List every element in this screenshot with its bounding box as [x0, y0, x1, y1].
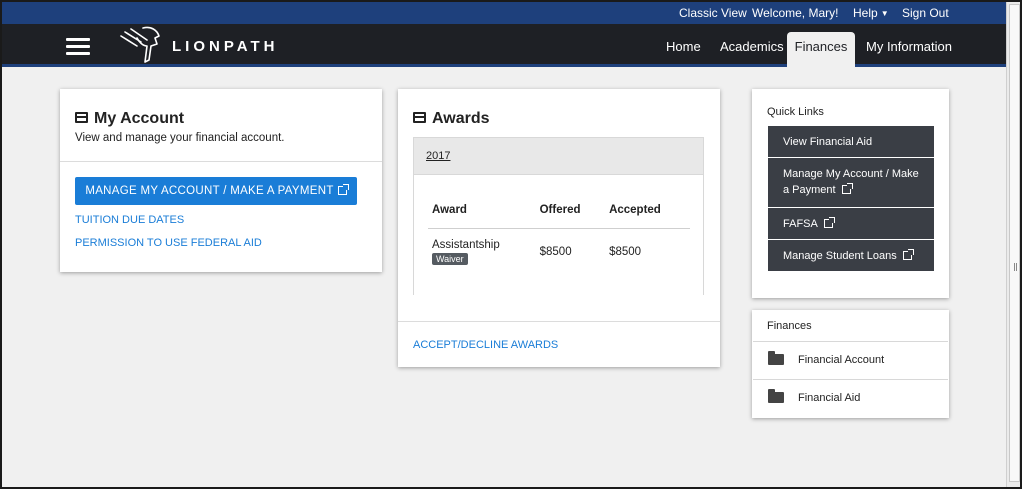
awards-heading: Awards [413, 110, 490, 128]
sign-out-link[interactable]: Sign Out [902, 6, 949, 20]
help-label: Help [853, 6, 878, 20]
my-account-card: My Account View and manage your financia… [60, 89, 382, 272]
lionpath-logo-text[interactable]: LIONPATH [172, 38, 278, 55]
award-year-link[interactable]: 2017 [426, 150, 450, 162]
quick-link-label: View Financial Aid [783, 136, 873, 148]
my-account-subtitle: View and manage your financial account. [75, 132, 285, 144]
folder-icon [768, 351, 784, 365]
external-link-icon [337, 184, 349, 195]
card-icon [413, 112, 426, 123]
nav-finances-active[interactable]: Finances [787, 32, 855, 69]
quick-link-label: FAFSA [783, 218, 818, 230]
award-name: Assistantship [432, 239, 500, 251]
awards-table: Award Offered Accepted Assistantship Wai… [428, 198, 690, 275]
welcome-text: Welcome, Mary! [752, 6, 839, 20]
hamburger-menu-icon[interactable] [66, 38, 90, 55]
offered-cell: $8500 [539, 246, 572, 258]
folder-icon [768, 389, 784, 403]
divider [60, 161, 382, 162]
card-icon [75, 112, 88, 123]
nav-home[interactable]: Home [666, 39, 701, 54]
my-account-title: My Account [94, 110, 185, 127]
accepted-cell: $8500 [609, 246, 642, 258]
awards-card: Awards 2017 Award Offered Accepted Assis… [398, 89, 720, 367]
quick-link-label: Manage My Account / Make a Payment [783, 168, 919, 196]
quick-link-view-financial-aid[interactable]: View Financial Aid [768, 126, 934, 157]
vertical-scrollbar[interactable] [1006, 2, 1020, 487]
quick-link-fafsa[interactable]: FAFSA [768, 208, 934, 239]
help-menu[interactable]: Help ▼ [853, 6, 889, 20]
manage-account-button[interactable]: MANAGE MY ACCOUNT / MAKE A PAYMENT [75, 177, 357, 205]
award-badge: Waiver [432, 253, 468, 265]
finances-item-label: Financial Aid [798, 392, 861, 404]
nav-my-information[interactable]: My Information [866, 39, 952, 54]
quick-links-title: Quick Links [767, 106, 824, 118]
finances-title: Finances [767, 320, 812, 332]
external-link-icon [902, 249, 914, 260]
quick-link-student-loans[interactable]: Manage Student Loans [768, 240, 934, 271]
main-navbar: LIONPATH Home Academics Finances My Info… [2, 24, 1006, 69]
column-accepted: Accepted [605, 198, 690, 229]
lion-logo-icon[interactable] [117, 26, 167, 64]
award-cell: Assistantship Waiver [428, 229, 536, 276]
federal-aid-permission-link[interactable]: PERMISSION TO USE FEDERAL AID [75, 237, 262, 249]
external-link-icon [823, 217, 835, 228]
finances-item-financial-aid[interactable]: Financial Aid [753, 379, 948, 417]
table-row: Assistantship Waiver $8500 $8500 [428, 229, 690, 276]
divider [398, 321, 720, 322]
classic-view-link[interactable]: Classic View [679, 6, 747, 20]
my-account-heading: My Account [75, 110, 184, 128]
scroll-grip-icon [1014, 263, 1017, 271]
column-offered: Offered [535, 198, 606, 229]
awards-year-panel: 2017 Award Offered Accepted Assistantshi… [413, 137, 704, 295]
manage-account-button-label: MANAGE MY ACCOUNT / MAKE A PAYMENT [85, 185, 334, 197]
quick-link-manage-account[interactable]: Manage My Account / Make a Payment [768, 158, 934, 207]
finances-item-financial-account[interactable]: Financial Account [753, 341, 948, 379]
scrollbar-thumb[interactable] [1009, 4, 1020, 482]
nav-academics[interactable]: Academics [720, 39, 784, 54]
caret-down-icon: ▼ [880, 9, 889, 18]
awards-title: Awards [432, 110, 490, 127]
accept-decline-awards-link[interactable]: ACCEPT/DECLINE AWARDS [413, 339, 558, 351]
year-header: 2017 [414, 138, 703, 175]
utility-bar: Classic View Welcome, Mary! Help ▼ Sign O… [2, 2, 1006, 24]
table-header-row: Award Offered Accepted [428, 198, 690, 229]
quick-link-label: Manage Student Loans [783, 250, 897, 262]
column-award: Award [428, 198, 536, 229]
finances-item-label: Financial Account [798, 354, 885, 366]
tuition-due-dates-link[interactable]: TUITION DUE DATES [75, 214, 184, 226]
quick-links-card: Quick Links View Financial Aid Manage My… [752, 89, 949, 298]
external-link-icon [841, 183, 853, 194]
finances-card: Finances Financial Account Financial Aid [752, 310, 949, 418]
browser-viewport: Classic View Welcome, Mary! Help ▼ Sign O… [0, 0, 1022, 489]
